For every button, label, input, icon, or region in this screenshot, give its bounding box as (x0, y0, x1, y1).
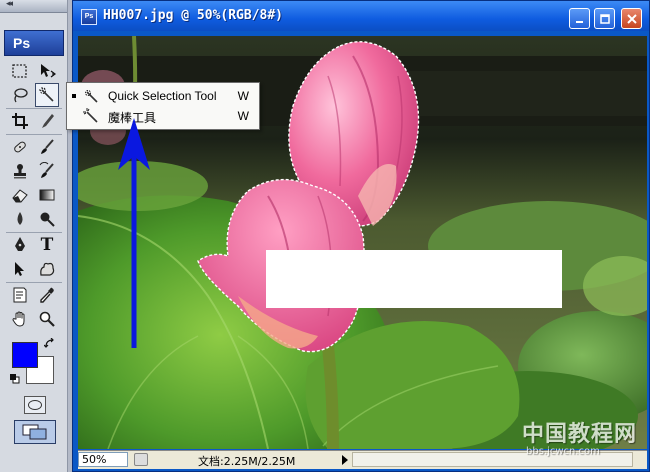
tool-flyout-menu: Quick Selection Tool W 魔棒工具 W (66, 82, 260, 130)
watermark-text: 中国教程网 (522, 421, 638, 447)
photoshop-logo[interactable]: Ps (4, 30, 64, 56)
navigator-icon[interactable] (134, 453, 148, 466)
watermark: 中国教程网 bbs.jcwcn.com (522, 416, 638, 457)
watermark-url: bbs.jcwcn.com (526, 446, 600, 457)
eraser-tool-icon[interactable] (9, 184, 31, 206)
custom-shape-tool-icon[interactable] (36, 258, 58, 280)
default-colors-icon[interactable] (10, 374, 20, 384)
flyout-item-shortcut: W (237, 109, 249, 123)
document-title: HH007.jpg @ 50%(RGB/8#) (103, 8, 284, 23)
brush-tool-icon[interactable] (36, 136, 58, 158)
close-icon (626, 13, 637, 24)
healing-brush-tool-icon[interactable] (9, 136, 31, 158)
foreground-color-swatch[interactable] (12, 342, 38, 368)
quick-mask-icon (28, 400, 42, 410)
notes-tool-icon[interactable] (9, 284, 31, 306)
minimize-icon (575, 20, 583, 23)
path-selection-tool-icon[interactable] (9, 258, 31, 280)
magic-wand-icon (83, 108, 98, 123)
selected-bullet-icon (72, 94, 76, 98)
document-icon: Ps (81, 9, 97, 25)
zoom-tool-icon[interactable] (36, 308, 58, 330)
pen-tool-icon[interactable] (9, 234, 31, 256)
flyout-item-label: 魔棒工具 (108, 111, 157, 125)
screen-mode-icon (22, 424, 47, 440)
quick-selection-icon (85, 90, 98, 103)
crop-tool-icon[interactable] (9, 110, 31, 132)
screen-mode-button[interactable] (14, 420, 56, 444)
blur-tool-icon[interactable] (9, 208, 31, 230)
flyout-item-label: Quick Selection Tool (108, 89, 217, 103)
collapse-panel-icon[interactable]: ◂◂ (6, 0, 13, 9)
maximize-icon (599, 13, 610, 24)
minimize-button[interactable] (569, 8, 590, 29)
eyedropper-tool-icon[interactable] (36, 284, 58, 306)
hand-tool-icon[interactable] (9, 308, 31, 330)
quick-selection-tool-icon[interactable] (35, 83, 59, 107)
flyout-item-magic-wand[interactable]: 魔棒工具 W (67, 106, 259, 126)
document-size-info: 文档:2.25M/2.25M (198, 455, 296, 468)
swap-colors-icon[interactable] (44, 338, 56, 350)
quick-mask-mode-button[interactable] (24, 396, 46, 414)
maximize-button[interactable] (594, 8, 615, 29)
tools-panel-titlebar[interactable]: ◂◂ (0, 0, 67, 13)
lasso-tool-icon[interactable] (9, 84, 31, 106)
document-titlebar[interactable]: Ps HH007.jpg @ 50%(RGB/8#) (73, 1, 649, 31)
type-tool-icon[interactable]: T (36, 234, 58, 256)
clone-stamp-tool-icon[interactable] (9, 160, 31, 182)
close-button[interactable] (621, 8, 642, 29)
tools-panel: ◂◂ Ps T (0, 0, 68, 472)
flyout-item-quick-selection[interactable]: Quick Selection Tool W (67, 86, 259, 106)
history-brush-tool-icon[interactable] (36, 160, 58, 182)
move-tool-icon[interactable] (36, 60, 58, 82)
gradient-tool-icon[interactable] (36, 184, 58, 206)
document-window: Ps HH007.jpg @ 50%(RGB/8#) 50% 文档:2.25M/… (72, 0, 650, 472)
status-menu-arrow-icon[interactable] (342, 455, 348, 465)
rectangular-marquee-tool-icon[interactable] (9, 60, 31, 82)
flyout-item-shortcut: W (237, 89, 249, 103)
zoom-level-field[interactable]: 50% (78, 452, 128, 467)
slice-tool-icon[interactable] (36, 110, 58, 132)
white-cover-box (266, 250, 562, 308)
dodge-tool-icon[interactable] (36, 208, 58, 230)
